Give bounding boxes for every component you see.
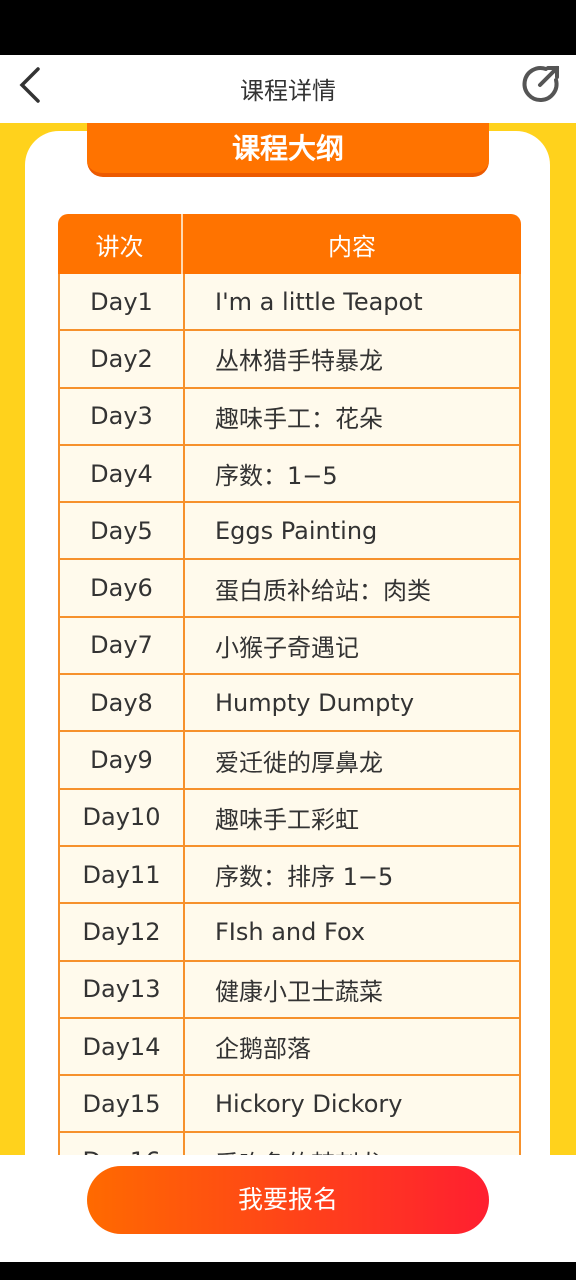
session-cell: Day13 <box>60 961 185 1017</box>
table-row: Day3 趣味手工：花朵 <box>58 388 521 446</box>
table-header: 讲次 内容 <box>58 214 521 274</box>
content-cell: 小猴子奇遇记 <box>215 633 359 662</box>
session-cell: Day5 <box>60 503 185 559</box>
table-row: Day7 小猴子奇遇记 <box>58 617 521 676</box>
share-icon <box>522 66 559 103</box>
table-row: Day4 序数：1−5 <box>58 445 521 504</box>
content-cell: 爱吃鱼的棘刺龙 <box>185 1133 519 1155</box>
table-row: Day15 Hickory Dickory <box>58 1076 521 1134</box>
session-cell: Day15 <box>60 1076 185 1132</box>
column-header-session: 讲次 <box>58 214 183 274</box>
table-row: Day13 健康小卫士蔬菜 <box>58 961 521 1019</box>
table-row: Day14 企鹅部落 <box>58 1018 521 1077</box>
session-cell: Day14 <box>60 1018 185 1075</box>
session-cell: Day4 <box>60 445 185 502</box>
content-cell: 趣味手工彩虹 <box>215 805 359 834</box>
session-cell: Day6 <box>60 560 185 616</box>
table-row: Day6 蛋白质补给站：肉类 <box>58 560 521 618</box>
session-cell: Day10 <box>60 789 185 845</box>
session-cell: Day11 <box>60 846 185 903</box>
content-cell: FIsh and Fox <box>215 917 366 946</box>
content-cell: 企鹅部落 <box>215 1035 311 1063</box>
table-row: Day10 趣味手工彩虹 <box>58 789 521 847</box>
session-cell: Day12 <box>60 904 185 960</box>
table-row: Day11 序数：排序 1−5 <box>58 846 521 905</box>
table-row: Day12 FIsh and Fox <box>58 904 521 962</box>
content-cell: I'm a little Teapot <box>215 287 423 316</box>
session-cell: Day3 <box>60 388 185 444</box>
content-cell: Humpty Dumpty <box>215 688 415 717</box>
table-row: Day9 爱迁徙的厚鼻龙 <box>58 732 521 790</box>
table-row: Day1 I'm a little Teapot <box>58 274 521 332</box>
session-cell: Day1 <box>60 274 185 330</box>
share-button[interactable] <box>520 63 562 105</box>
table-row: Day5 Eggs Painting <box>58 503 521 561</box>
content-cell: 序数：1−5 <box>215 462 338 491</box>
content-cell: Hickory Dickory <box>215 1089 403 1118</box>
syllabus-table: 讲次 内容 Day1 I'm a little Teapot Day2 丛林猎手特暴龙… <box>58 214 521 1155</box>
navigation-bar <box>0 1262 576 1280</box>
header: 课程详情 <box>0 55 576 123</box>
content-cell: 爱迁徙的厚鼻龙 <box>215 748 383 777</box>
session-cell: Day2 <box>60 331 185 387</box>
session-cell: Day16 <box>60 1133 185 1155</box>
column-header-content: 内容 <box>328 232 376 261</box>
status-bar <box>0 0 576 55</box>
session-cell: Day9 <box>60 732 185 788</box>
content-cell: 趣味手工：花朵 <box>215 404 383 433</box>
bottom-bar: 我要报名 <box>0 1155 576 1262</box>
table-row: Day16爱吃鱼的棘刺龙 <box>58 1133 521 1155</box>
enroll-button[interactable]: 我要报名 <box>87 1166 489 1234</box>
content-cell: 健康小卫士蔬菜 <box>215 977 383 1006</box>
table-row: Day8 Humpty Dumpty <box>58 675 521 733</box>
content-area[interactable]: 课程大纲 讲次 内容 Day1 I'm a little Teapot Day2 丛林… <box>0 123 576 1155</box>
session-cell: Day8 <box>60 675 185 731</box>
session-cell: Day7 <box>60 617 185 674</box>
content-cell: 丛林猎手特暴龙 <box>215 347 383 376</box>
page-title: 课程详情 <box>240 77 336 105</box>
syllabus-title: 课程大纲 <box>87 123 489 177</box>
content-cell: 序数：排序 1−5 <box>215 863 394 892</box>
content-cell: 蛋白质补给站：肉类 <box>215 576 431 605</box>
content-cell: Eggs Painting <box>215 516 378 545</box>
table-row: Day2 丛林猎手特暴龙 <box>58 331 521 389</box>
